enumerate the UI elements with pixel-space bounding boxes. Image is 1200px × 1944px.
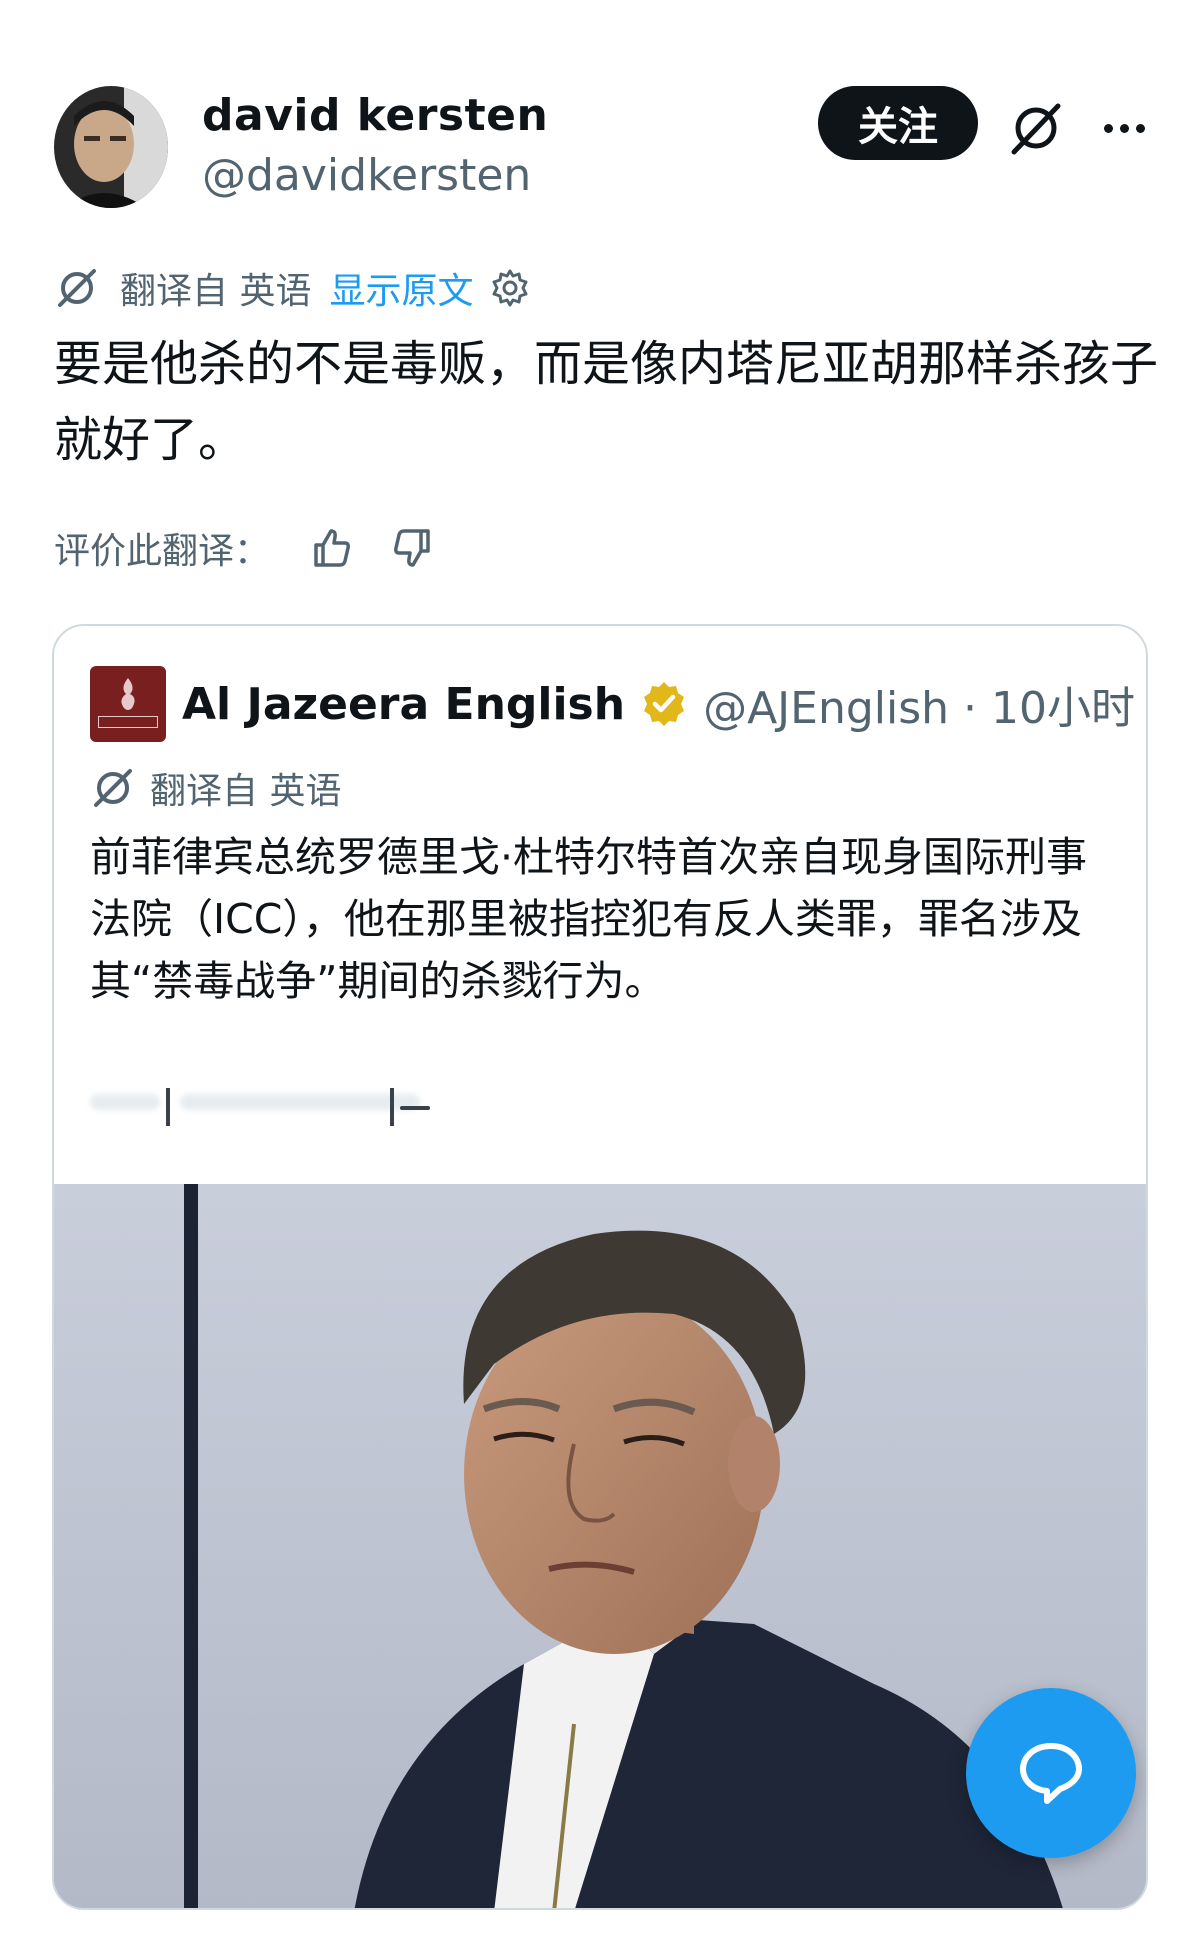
translate-icon [58,269,96,307]
verified-badge-icon [644,682,685,726]
quoted-tweet-header: Al Jazeera English @AJEnglish · 10小时 [90,666,1135,742]
rate-translation-label: 评价此翻译： [54,531,271,572]
translation-info: 翻译自 英语 显示原文 [54,262,531,314]
thumbs-down-icon[interactable] [390,525,436,571]
quoted-tweet-text: 前菲律宾总统罗德里戈·杜特尔特首次亲自现身国际刑事法院（ICC），他在那里被指控… [90,833,1088,1005]
blurred-link-preview [90,1074,530,1134]
show-original-link[interactable]: 显示原文 [329,262,473,314]
tweet-text: 要是他杀的不是毒贩，而是像内塔尼亚胡那样杀孩子就好了。 [54,336,1159,468]
quoted-translation-label: 翻译自 英语 [150,771,342,812]
user-handle[interactable]: @davidkersten [202,150,531,201]
quoted-translation-info: 翻译自 英语 [90,762,341,814]
quoted-author-name[interactable]: Al Jazeera English [182,679,625,730]
follow-button[interactable]: 关注 [818,86,978,160]
grok-icon[interactable] [1006,98,1066,158]
rate-translation: 评价此翻译： [54,520,436,576]
user-name[interactable]: david kersten [202,90,548,141]
gear-icon[interactable] [489,267,531,309]
thumbs-up-icon[interactable] [308,525,354,571]
compose-reply-button[interactable] [966,1688,1136,1858]
al-jazeera-logo[interactable] [90,666,166,742]
quoted-tweet-card[interactable]: Al Jazeera English @AJEnglish · 10小时 翻译自… [52,624,1148,1910]
quoted-handle-time: @AJEnglish · 10小时 [703,683,1135,734]
translation-source-label: 翻译自 英语 [120,271,312,312]
more-icon[interactable] [1094,98,1154,158]
translate-icon [94,769,132,807]
avatar[interactable] [54,86,168,208]
tweet-header: david kersten @davidkersten 关注 [54,86,1154,216]
compose-reply-icon [1020,1743,1082,1804]
